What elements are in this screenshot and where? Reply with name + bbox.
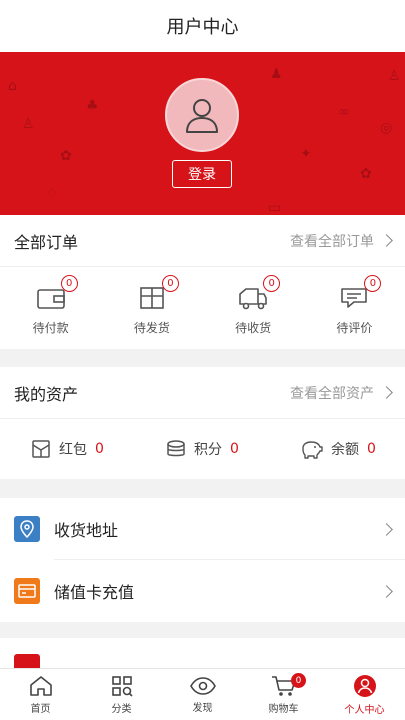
assets-header: 我的资产 查看全部资产 — [0, 367, 405, 419]
order-status-label: 待评价 — [336, 320, 373, 335]
asset-value: 0 — [95, 441, 104, 457]
chevron-right-icon — [380, 234, 393, 247]
wallet-icon — [36, 288, 65, 309]
home-icon — [29, 675, 52, 696]
package-icon — [140, 286, 164, 309]
asset-label: 余额 — [331, 442, 360, 458]
decor-icon: ♣ — [86, 98, 99, 114]
view-all-assets-label: 查看全部资产 — [290, 385, 374, 402]
chevron-right-icon — [380, 386, 393, 399]
category-icon — [111, 675, 133, 697]
chevron-right-icon — [380, 584, 393, 598]
asset-value: 0 — [230, 441, 239, 457]
page-title: 用户中心 — [166, 17, 239, 38]
avatar[interactable] — [165, 78, 239, 152]
decor-icon: ✿ — [360, 166, 372, 182]
order-count-badge: 0 — [364, 274, 382, 292]
profile-banner: ⌂ ♙ ✿ ♣ ♢ ♟ ✦ ∞ ♙ ◎ ✿ ▭ 登录 — [0, 52, 405, 215]
order-pending-shipment[interactable]: 0 待发货 — [101, 267, 202, 349]
asset-red-envelope[interactable]: 红包 0 — [0, 439, 135, 459]
order-pending-review[interactable]: 0 待评价 — [304, 267, 405, 349]
bottom-tab-bar: 首页 分类 发现 0 购物车 个人中心 — [0, 668, 405, 720]
view-all-orders-label: 查看全部订单 — [290, 233, 374, 250]
truck-icon — [239, 287, 267, 309]
orders-title: 全部订单 — [14, 232, 79, 252]
tab-label: 个人中心 — [344, 704, 385, 716]
assets-title: 我的资产 — [14, 384, 79, 404]
top-bar: 用户中心 — [0, 0, 405, 52]
chevron-right-icon — [380, 522, 393, 536]
tab-category[interactable]: 分类 — [81, 669, 162, 720]
menu-item-label: 收货地址 — [54, 521, 119, 540]
decor-icon: ✿ — [60, 148, 72, 164]
decor-icon: ♙ — [388, 68, 401, 84]
asset-label: 红包 — [59, 442, 88, 458]
decor-icon: ✦ — [300, 146, 312, 162]
tab-label: 购物车 — [268, 703, 299, 715]
login-button[interactable]: 登录 — [172, 160, 232, 188]
asset-points[interactable]: 积分 0 — [135, 439, 270, 459]
order-count-badge: 0 — [60, 274, 78, 292]
order-status-label: 待付款 — [32, 320, 69, 335]
tab-profile[interactable]: 个人中心 — [324, 669, 405, 720]
red-envelope-icon — [32, 440, 50, 458]
order-status-row: 0 待付款 0 待发货 0 待收货 0 待评价 — [0, 267, 405, 349]
assets-row: 红包 0 积分 0 余额 0 — [0, 419, 405, 479]
user-icon — [186, 99, 218, 133]
assets-section: 我的资产 查看全部资产 红包 0 积分 0 余额 0 — [0, 367, 405, 479]
asset-balance[interactable]: 余额 0 — [270, 439, 405, 459]
decor-icon: ♢ — [46, 186, 59, 202]
eye-icon — [189, 676, 216, 695]
menu-item-address[interactable]: 收货地址 — [0, 498, 405, 560]
menu-item-card-recharge[interactable]: 储值卡充值 — [0, 560, 405, 622]
order-count-badge: 0 — [263, 274, 281, 292]
decor-icon: ∞ — [338, 104, 350, 120]
user-circle-icon — [353, 674, 376, 697]
decor-icon: ♙ — [22, 116, 35, 132]
comment-icon — [341, 287, 368, 308]
tab-label: 分类 — [111, 703, 132, 715]
piggy-bank-icon — [302, 441, 323, 459]
location-icon — [14, 516, 40, 542]
coins-icon — [167, 440, 185, 457]
card-icon — [14, 578, 40, 604]
tab-cart[interactable]: 0 购物车 — [243, 669, 324, 720]
asset-value: 0 — [367, 441, 376, 457]
order-status-label: 待收货 — [235, 320, 272, 335]
decor-icon: ♟ — [270, 66, 283, 82]
menu-item-label: 储值卡充值 — [54, 583, 135, 602]
view-all-orders-link[interactable]: 查看全部订单 — [290, 231, 393, 251]
decor-icon: ⌂ — [8, 78, 17, 94]
tab-label: 首页 — [30, 703, 51, 715]
order-pending-receipt[interactable]: 0 待收货 — [203, 267, 304, 349]
order-count-badge: 0 — [161, 274, 179, 292]
order-pending-payment[interactable]: 0 待付款 — [0, 267, 101, 349]
view-all-assets-link[interactable]: 查看全部资产 — [290, 383, 393, 403]
cart-count-badge: 0 — [291, 673, 306, 688]
asset-label: 积分 — [194, 442, 223, 458]
tab-home[interactable]: 首页 — [0, 669, 81, 720]
tab-label: 发现 — [192, 702, 213, 714]
orders-section: 全部订单 查看全部订单 0 待付款 0 待发货 0 待收货 0 待评价 — [0, 215, 405, 349]
decor-icon: ◎ — [380, 120, 393, 136]
order-status-label: 待发货 — [133, 320, 170, 335]
orders-header: 全部订单 查看全部订单 — [0, 215, 405, 267]
menu-section: 收货地址 储值卡充值 — [0, 498, 405, 622]
decor-icon: ▭ — [268, 200, 282, 215]
tab-discover[interactable]: 发现 — [162, 669, 243, 720]
